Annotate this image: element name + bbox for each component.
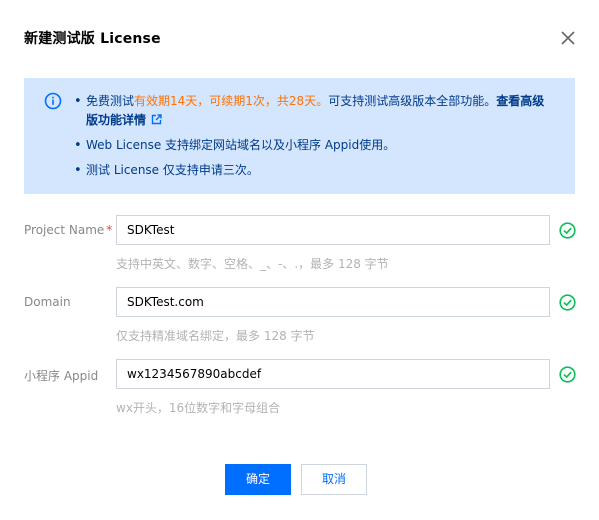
notice-item-trial-suffix: 可支持测试高级版本全部功能。 — [328, 94, 497, 108]
domain-hint: 仅支持精准域名绑定，最多 128 字节 — [116, 329, 315, 343]
notice-item-limit: 测试 License 仅支持申请三次。 — [74, 161, 556, 180]
required-mark: * — [106, 223, 113, 237]
cancel-button[interactable]: 取消 — [301, 464, 367, 495]
project-name-hint: 支持中英文、数字、空格、_、-、.，最多 128 字节 — [116, 257, 389, 271]
project-name-label-text: Project Name — [24, 223, 105, 237]
appid-label: 小程序 Appid — [24, 369, 99, 383]
check-circle-icon — [559, 366, 576, 383]
project-name-input[interactable] — [116, 215, 550, 245]
notice-item-trial: 免费测试有效期14天，可续期1次，共28天。可支持测试高级版本全部功能。查看高级… — [74, 92, 556, 130]
info-notice: 免费测试有效期14天，可续期1次，共28天。可支持测试高级版本全部功能。查看高级… — [24, 78, 575, 194]
dialog-title: 新建测试版 License — [24, 31, 161, 47]
domain-label: Domain — [24, 295, 71, 309]
domain-input[interactable] — [116, 287, 550, 317]
check-circle-icon — [559, 222, 576, 239]
close-icon[interactable] — [558, 28, 578, 48]
appid-hint: wx开头，16位数字和字母组合 — [116, 401, 281, 415]
project-name-label: Project Name * — [24, 223, 112, 237]
notice-list: 免费测试有效期14天，可续期1次，共28天。可支持测试高级版本全部功能。查看高级… — [74, 92, 556, 186]
info-icon — [44, 92, 62, 110]
external-link-icon[interactable] — [151, 112, 162, 125]
create-test-license-dialog: 新建测试版 License 免费测试有效期14天，可续期1次，共28天。可支持测… — [0, 0, 599, 520]
notice-item-web-license: Web License 支持绑定网站域名以及小程序 Appid使用。 — [74, 136, 556, 155]
trial-period-highlight: 有效期14天，可续期1次，共28天。 — [134, 94, 329, 108]
appid-input[interactable] — [116, 359, 550, 389]
notice-item-trial-prefix: 免费测试 — [86, 94, 135, 108]
confirm-button[interactable]: 确定 — [225, 464, 291, 495]
check-circle-icon — [559, 294, 576, 311]
